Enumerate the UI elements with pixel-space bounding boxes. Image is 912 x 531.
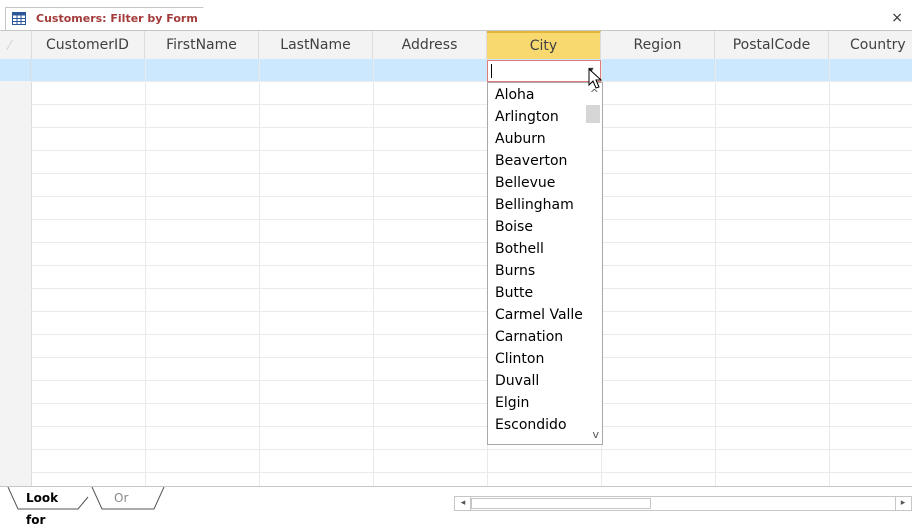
grid-column-line [145,59,146,486]
grid-row-line [31,196,912,197]
grid-row-line [31,173,912,174]
horizontal-scroll-thumb[interactable] [471,498,651,509]
dropdown-option[interactable]: Carnation [495,326,585,348]
filter-criteria-row[interactable] [31,59,912,81]
grid-row-line [31,81,912,82]
close-icon[interactable]: × [891,10,903,26]
dropdown-option[interactable]: Bellevue [495,172,585,194]
grid-row-line [31,426,912,427]
scroll-left-icon[interactable]: ◂ [456,497,471,510]
dropdown-option[interactable]: Clinton [495,348,585,370]
dropdown-option[interactable]: Burns [495,260,585,282]
dropdown-option[interactable]: Butte [495,282,585,304]
grid-row-line [31,104,912,105]
dropdown-option[interactable]: Arlington [495,106,585,128]
grid-row-line [31,334,912,335]
table-icon [12,12,26,25]
dropdown-scroll-thumb[interactable] [586,105,600,123]
document-tab[interactable]: Customers: Filter by Form [5,7,215,32]
column-header-country[interactable]: Country [829,31,912,59]
dropdown-option[interactable]: Boise [495,216,585,238]
document-tab-label: Customers: Filter by Form [36,12,198,25]
grid-column-line [259,59,260,486]
tab-look-for[interactable]: Look for [14,487,78,527]
city-filter-input[interactable] [490,63,580,79]
grid-column-line [373,59,374,486]
dropdown-scrollbar[interactable]: ^ v [584,83,602,444]
column-header-lastname[interactable]: LastName [259,31,373,59]
grid-row-line [31,265,912,266]
scroll-right-icon[interactable]: ▸ [895,497,910,510]
document-tab-strip: Customers: Filter by Form × [0,0,912,32]
column-header-region[interactable]: Region [601,31,715,59]
dropdown-option[interactable]: Escondido [495,414,585,436]
column-header-postalcode[interactable]: PostalCode [715,31,829,59]
filter-datasheet: CustomerID FirstName LastName Address Ci… [0,31,912,486]
dropdown-option[interactable]: Beaverton [495,150,585,172]
text-caret [491,64,492,78]
scroll-down-icon[interactable]: v [592,428,599,441]
grid-row-line [31,288,912,289]
filter-tabs-bar: Look for Or ◂ ▸ [0,486,912,527]
column-header-firstname[interactable]: FirstName [145,31,259,59]
grid-row-line [31,380,912,381]
grid-row-line [31,150,912,151]
dropdown-arrow-icon[interactable]: ▾ [583,62,599,80]
grid-row-line [31,449,912,450]
grid-column-line [715,59,716,486]
grid-row-line [31,311,912,312]
row-selector-column [0,31,32,486]
city-filter-combobox[interactable]: ▾ [487,60,601,82]
current-row-selector[interactable] [0,59,31,81]
dropdown-option[interactable]: Auburn [495,128,585,150]
dropdown-option[interactable]: Bellingham [495,194,585,216]
column-header-customerid[interactable]: CustomerID [31,31,145,59]
column-header-city[interactable]: City [487,31,601,59]
dropdown-option[interactable]: Bothell [495,238,585,260]
grid-row-line [31,242,912,243]
horizontal-scrollbar[interactable]: ◂ ▸ [454,496,912,511]
grid-row-line [31,472,912,473]
city-dropdown-list[interactable]: Aloha Arlington Auburn Beaverton Bellevu… [487,82,603,445]
dropdown-option[interactable]: Carmel Valle [495,304,585,326]
column-header-address[interactable]: Address [373,31,487,59]
grid-row-line [31,403,912,404]
grid-row-line [31,127,912,128]
scroll-up-icon[interactable]: ^ [590,87,599,100]
dropdown-option[interactable]: Duvall [495,370,585,392]
grid-row-line [31,219,912,220]
grid-column-line [829,59,830,486]
grid-row-line [31,357,912,358]
dropdown-option[interactable]: Aloha [495,84,585,106]
select-all-corner[interactable] [6,40,23,50]
tab-or[interactable]: Or [86,487,166,509]
dropdown-option[interactable]: Elgin [495,392,585,414]
